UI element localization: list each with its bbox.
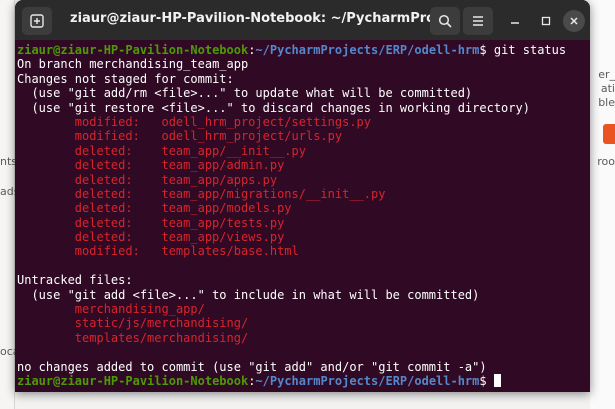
changed-file-row: deleted: team_app/views.py: [17, 230, 590, 244]
untracked-file-name: templates/merchandising/: [74, 330, 249, 345]
changed-file-row: deleted: team_app/admin.py: [17, 158, 590, 172]
hamburger-menu-icon: [473, 16, 483, 26]
prompt-path: ~/PycharmProjects/ERP/odell-hrm: [255, 43, 480, 57]
prompt-symbol: $: [479, 373, 494, 388]
untracked-hint: (use "git add <file>..." to include in w…: [17, 287, 480, 302]
prompt-user: ziaur@ziaur-HP-Pavilion-Notebook: [17, 43, 249, 57]
change-status: modified:: [74, 244, 140, 259]
change-status: deleted:: [74, 158, 133, 173]
branch-line: On branch merchandising_team_app: [17, 57, 249, 72]
background-window-right: er_ ati ble roo: [590, 0, 615, 409]
background-window-left: nts ads oca: [0, 0, 20, 409]
background-label: ati: [600, 82, 615, 95]
background-orange-tab: [603, 124, 615, 144]
changed-file-row: deleted: team_app/__init__.py: [17, 144, 590, 158]
window-title: ziaur@ziaur-HP-Pavilion-Notebook: ~/Pych…: [70, 11, 430, 26]
background-label: ble: [598, 96, 615, 109]
hint-line: (use "git restore <file>..." to discard …: [17, 100, 530, 115]
changed-file-name: team_app/apps.py: [161, 172, 278, 187]
prompt-line: ziaur@ziaur-HP-Pavilion-Notebook:~/Pycha…: [17, 43, 590, 57]
close-button[interactable]: [563, 10, 585, 32]
change-status: modified:: [74, 129, 140, 144]
changed-file-name: team_app/admin.py: [161, 158, 285, 173]
changes-list: modified: odell_hrm_project/settings.py m…: [17, 115, 590, 259]
changed-file-name: team_app/__init__.py: [161, 143, 306, 158]
change-status: deleted:: [74, 143, 133, 158]
minimize-icon: [511, 22, 519, 24]
maximize-icon: [541, 16, 551, 26]
summary-line: no changes added to commit (use "git add…: [17, 359, 487, 374]
prompt-line: ziaur@ziaur-HP-Pavilion-Notebook:~/Pycha…: [17, 373, 590, 388]
hint-line: (use "git add/rm <file>..." to update wh…: [17, 86, 473, 101]
untracked-file-name: static/js/merchandising/: [74, 316, 249, 331]
changed-file-name: team_app/tests.py: [161, 215, 285, 230]
change-status: deleted:: [74, 230, 133, 245]
untracked-file-row: static/js/merchandising/: [17, 316, 590, 330]
changed-file-row: modified: odell_hrm_project/urls.py: [17, 129, 590, 143]
prompt-user: ziaur@ziaur-HP-Pavilion-Notebook: [17, 373, 249, 388]
text-cursor: [493, 373, 501, 387]
title-bar[interactable]: ziaur@ziaur-HP-Pavilion-Notebook: ~/Pych…: [15, 0, 590, 40]
untracked-file-row: merchandising_app/: [17, 302, 590, 316]
command-text: $ git status: [479, 43, 567, 57]
change-status: deleted:: [74, 201, 133, 216]
changed-file-row: deleted: team_app/migrations/__init__.py: [17, 187, 590, 201]
change-status: deleted:: [74, 215, 133, 230]
untracked-file-row: templates/merchandising/: [17, 331, 590, 345]
menu-button[interactable]: [463, 7, 493, 35]
changed-file-name: team_app/migrations/__init__.py: [161, 186, 386, 201]
changed-file-row: modified: odell_hrm_project/settings.py: [17, 115, 590, 129]
changed-file-name: odell_hrm_project/urls.py: [161, 129, 343, 144]
background-label: roo: [597, 155, 615, 168]
changed-file-name: team_app/views.py: [161, 230, 285, 245]
minimize-button[interactable]: [504, 10, 526, 32]
change-status: deleted:: [74, 172, 133, 187]
changed-file-row: deleted: team_app/tests.py: [17, 216, 590, 230]
changed-file-row: modified: templates/base.html: [17, 244, 590, 258]
changed-file-name: templates/base.html: [161, 244, 299, 259]
untracked-list: merchandising_app/static/js/merchandisin…: [17, 302, 590, 345]
terminal-window: ziaur@ziaur-HP-Pavilion-Notebook: ~/Pych…: [15, 0, 590, 392]
changed-file-name: team_app/models.py: [161, 201, 292, 216]
untracked-header: Untracked files:: [17, 273, 133, 288]
terminal-output[interactable]: ziaur@ziaur-HP-Pavilion-Notebook:~/Pycha…: [15, 40, 590, 392]
prompt-path: ~/PycharmProjects/ERP/odell-hrm: [255, 373, 480, 388]
change-status: modified:: [74, 114, 140, 129]
changed-file-row: deleted: team_app/models.py: [17, 201, 590, 215]
new-tab-button[interactable]: [22, 7, 52, 35]
untracked-file-name: merchandising_app/: [74, 302, 205, 317]
not-staged-header: Changes not staged for commit:: [17, 71, 234, 86]
maximize-button[interactable]: [535, 10, 557, 32]
background-label: er_: [598, 68, 615, 81]
search-icon: [438, 14, 452, 28]
search-button[interactable]: [430, 7, 460, 35]
change-status: deleted:: [74, 186, 133, 201]
changed-file-name: odell_hrm_project/settings.py: [161, 114, 371, 129]
new-tab-icon: [30, 14, 44, 28]
changed-file-row: deleted: team_app/apps.py: [17, 173, 590, 187]
close-icon: [570, 17, 578, 25]
